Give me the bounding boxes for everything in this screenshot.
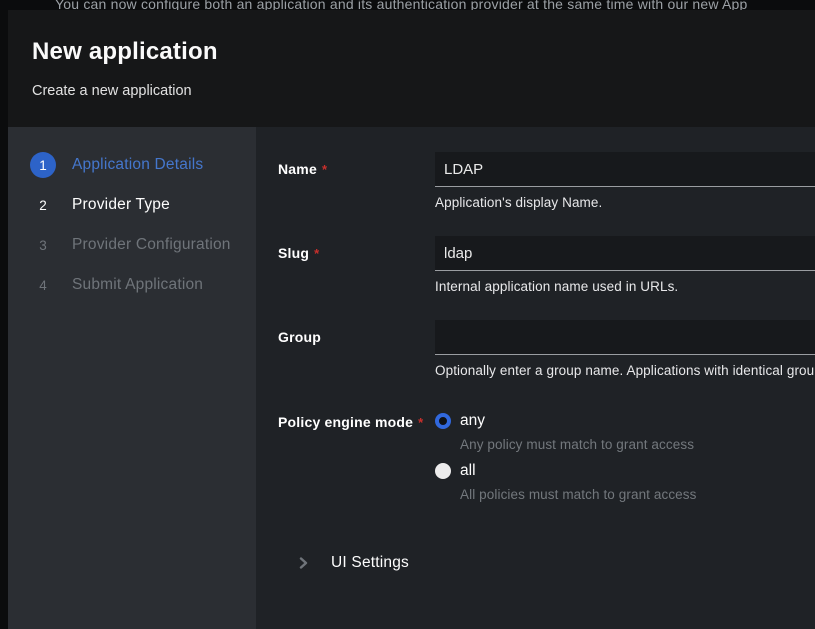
group-field-row: Group Optionally enter a group name. App… [278,320,815,378]
chevron-right-icon [297,557,309,569]
wizard-step-application-details[interactable]: 1 Application Details [30,152,256,178]
radio-any-help: Any policy must match to grant access [460,437,815,452]
name-field-row: Name * Application's display Name. [278,152,815,210]
step-label: Provider Configuration [72,236,231,254]
ui-settings-label: UI Settings [331,554,409,572]
radio-all-label[interactable]: all [460,462,476,480]
radio-any[interactable]: any [435,412,815,430]
step-label: Application Details [72,156,203,174]
required-asterisk: * [314,246,319,261]
policy-mode-option-any: any Any policy must match to grant acces… [435,412,815,452]
slug-field-label: Slug [278,245,309,261]
radio-all[interactable]: all [435,462,815,480]
slug-input[interactable] [435,236,815,271]
wizard-step-provider-type[interactable]: 2 Provider Type [30,192,256,218]
page-title: New application [32,38,815,66]
group-field-label: Group [278,329,321,345]
slug-field-row: Slug * Internal application name used in … [278,236,815,294]
new-application-modal: New application Create a new application… [8,10,815,629]
step-number-badge: 3 [30,232,56,258]
step-label: Submit Application [72,276,203,294]
step-label: Provider Type [72,196,170,214]
radio-button-icon[interactable] [435,413,451,429]
name-field-label: Name [278,161,317,177]
page-subtitle: Create a new application [32,83,815,99]
group-field-help: Optionally enter a group name. Applicati… [435,363,815,378]
required-asterisk: * [322,162,327,177]
name-field-help: Application's display Name. [435,195,815,210]
wizard-step-nav: 1 Application Details 2 Provider Type 3 … [8,127,256,629]
radio-all-help: All policies must match to grant access [460,487,815,502]
slug-field-help: Internal application name used in URLs. [435,279,815,294]
radio-any-label[interactable]: any [460,412,485,430]
policy-engine-mode-label: Policy engine mode [278,414,413,430]
step-number-badge: 4 [30,272,56,298]
group-input[interactable] [435,320,815,355]
modal-header: New application Create a new application [8,10,815,127]
step-number-badge: 2 [30,192,56,218]
application-details-form: Name * Application's display Name. Slug * … [256,127,815,629]
required-asterisk: * [418,415,423,430]
step-number-badge: 1 [30,152,56,178]
ui-settings-expander[interactable]: UI Settings [278,554,815,572]
name-input[interactable] [435,152,815,187]
policy-mode-option-all: all All policies must match to grant acc… [435,462,815,502]
wizard-step-provider-configuration: 3 Provider Configuration [30,232,256,258]
policy-engine-mode-row: Policy engine mode * any Any policy must … [278,412,815,512]
wizard-step-submit-application: 4 Submit Application [30,272,256,298]
radio-button-icon[interactable] [435,463,451,479]
